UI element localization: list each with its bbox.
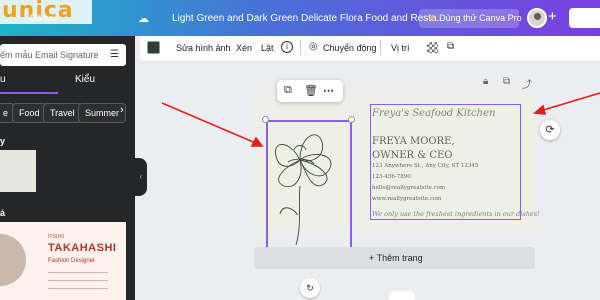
flower-line-art bbox=[275, 134, 332, 246]
red-arrow-right bbox=[533, 92, 600, 115]
red-arrow-left bbox=[161, 102, 264, 147]
annotation-layer bbox=[161, 92, 600, 246]
